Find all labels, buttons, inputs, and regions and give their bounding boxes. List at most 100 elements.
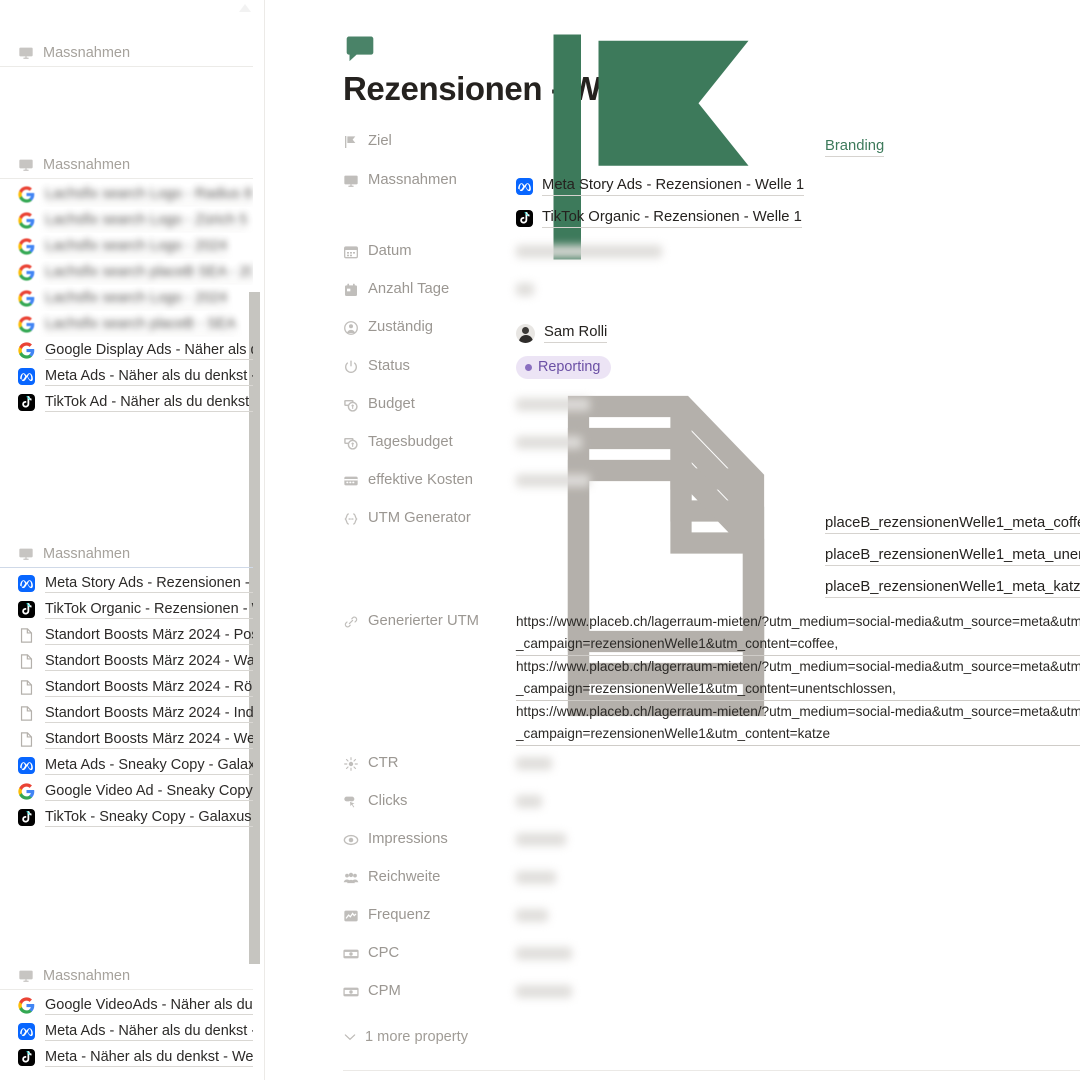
property-label[interactable]: CPM: [343, 974, 516, 1000]
property-label-text: Generierter UTM: [368, 613, 479, 629]
sidebar-list-item[interactable]: Standort Boosts März 2024 - Post: [0, 622, 253, 648]
main-content: Rezensionen - Welle 1 Ziel Branding Massna…: [265, 0, 1080, 1080]
property-label[interactable]: Budget: [343, 387, 516, 413]
property-value[interactable]: https://www.placeb.ch/lagerraum-mieten/?…: [516, 604, 1080, 746]
property-label[interactable]: effektive Kosten: [343, 463, 516, 489]
property-label[interactable]: Clicks: [343, 784, 516, 810]
redacted-value[interactable]: [516, 871, 556, 884]
property-value[interactable]: [516, 746, 1080, 775]
page-icon: [18, 731, 35, 748]
sidebar-list-item[interactable]: Lachsfix search Logo - Zürich 5: [0, 207, 253, 233]
sidebar-panel[interactable]: Massnahmen Massnahmen Lachsfix search Logo…: [0, 0, 265, 1080]
property-label[interactable]: CTR: [343, 746, 516, 772]
sidebar-item-label: TikTok Ad - Näher als du denkst - Welle …: [45, 393, 253, 412]
property-label[interactable]: UTM Generator: [343, 501, 516, 527]
property-label[interactable]: Reichweite: [343, 860, 516, 886]
sidebar-list-item[interactable]: Lachsfix search Logo - 2024: [0, 233, 253, 259]
redacted-value[interactable]: [516, 757, 552, 770]
redacted-value[interactable]: [516, 947, 572, 960]
page-icon: [18, 679, 35, 696]
redacted-value[interactable]: [516, 398, 590, 411]
redacted-value[interactable]: [516, 795, 542, 808]
relation-chip[interactable]: Sam Rolli: [516, 317, 1080, 349]
property-label[interactable]: Ziel: [343, 124, 516, 150]
sidebar-item-label: Standort Boosts März 2024 - Wallisellen: [45, 652, 253, 671]
relation-chip-label: placeB_rezensionenWelle1_meta_unentschlo…: [825, 546, 1080, 566]
property-label[interactable]: Generierter UTM: [343, 604, 516, 630]
calendar-days-icon: [343, 282, 359, 298]
property-value[interactable]: [516, 974, 1080, 1003]
property-value[interactable]: [516, 784, 1080, 813]
generated-utm-urls[interactable]: https://www.placeb.ch/lagerraum-mieten/?…: [516, 611, 1080, 746]
redacted-value[interactable]: [516, 245, 662, 258]
redacted-value[interactable]: [516, 985, 572, 998]
sidebar-list-item[interactable]: Standort Boosts März 2024 - Römerstrasse: [0, 674, 253, 700]
property-value[interactable]: Branding: [516, 34, 1080, 260]
relation-chip[interactable]: TikTok Organic - Rezensionen - Welle 1: [516, 202, 1080, 234]
banknote-icon: [343, 946, 359, 962]
property-value[interactable]: [516, 234, 1080, 263]
sidebar-list-item[interactable]: Lachsfix search Logo - Radius 8: [0, 181, 253, 207]
redacted-value[interactable]: [516, 436, 582, 449]
utm-url-link[interactable]: https://www.placeb.ch/lagerraum-mieten/?…: [516, 701, 1080, 746]
sidebar-group-header[interactable]: Massnahmen: [0, 152, 253, 178]
property-label-text: Tagesbudget: [368, 434, 453, 450]
sidebar-list-item[interactable]: Lachsfix search placeB SEA - 2023: [0, 259, 253, 285]
sidebar-group-header[interactable]: Massnahmen: [0, 963, 253, 989]
sidebar-list-item[interactable]: TikTok Organic - Rezensionen - Welle 1: [0, 596, 253, 622]
sidebar-group-header[interactable]: Massnahmen: [0, 40, 253, 66]
redacted-value[interactable]: [516, 283, 534, 296]
sidebar-list-item[interactable]: Standort Boosts März 2024 - Industrie: [0, 700, 253, 726]
sidebar-list-item[interactable]: Standort Boosts März 2024 - Wallisellen: [0, 648, 253, 674]
relation-chip[interactable]: placeB_rezensionenWelle1_meta_katze: [516, 459, 1080, 717]
sidebar-list-item[interactable]: Google Video Ad - Sneaky Copy Galaxus: [0, 778, 253, 804]
property-value[interactable]: [516, 936, 1080, 965]
sidebar-list-item[interactable]: Meta Ads - Näher als du denkst - Welle 1: [0, 363, 253, 389]
sidebar-list-item[interactable]: Standort Boosts März 2024 - Wetzikon: [0, 726, 253, 752]
sidebar-group-label: Massnahmen: [43, 968, 131, 984]
property-label[interactable]: Datum: [343, 234, 516, 260]
google-icon: [18, 237, 35, 255]
sidebar-item-label: Meta Ads - Näher als du denkst - Welle 2: [45, 1022, 253, 1041]
relation-chip[interactable]: Meta Story Ads - Rezensionen - Welle 1: [516, 170, 1080, 202]
property-label[interactable]: Tagesbudget: [343, 425, 516, 451]
utm-url-link[interactable]: https://www.placeb.ch/lagerraum-mieten/?…: [516, 611, 1080, 656]
property-value[interactable]: [516, 272, 1080, 301]
more-properties-toggle[interactable]: 1 more property: [343, 1022, 1080, 1052]
property-value[interactable]: Meta Story Ads - Rezensionen - Welle 1 Ti…: [516, 163, 1080, 234]
property-value[interactable]: [516, 822, 1080, 851]
property-label[interactable]: Impressions: [343, 822, 516, 848]
sidebar-list-item[interactable]: Lachsfix search placeB - SEA: [0, 311, 253, 337]
property-label[interactable]: Status: [343, 349, 516, 375]
relation-chip-label: Sam Rolli: [544, 323, 608, 343]
sidebar-group-header[interactable]: Massnahmen: [0, 541, 253, 567]
sidebar-list-item[interactable]: Google Display Ads - Näher als du denkst: [0, 337, 253, 363]
property-label[interactable]: Zuständig: [343, 310, 516, 336]
redacted-value[interactable]: [516, 909, 548, 922]
sidebar-list-item[interactable]: Lachsfix search Logo - 2024: [0, 285, 253, 311]
property-label[interactable]: CPC: [343, 936, 516, 962]
sidebar-list-item[interactable]: Meta - Näher als du denkst - Welle 1: [0, 1044, 253, 1070]
property-label[interactable]: Massnahmen: [343, 163, 516, 189]
person-icon: [343, 320, 359, 336]
sidebar-item-label: Lachsfix search placeB SEA - 2023: [45, 263, 253, 282]
redacted-value[interactable]: [516, 474, 590, 487]
property-value[interactable]: placeB_rezensionenWelle1_meta_coffee plac…: [516, 395, 1080, 717]
sidebar-list-item[interactable]: Meta Story Ads - Rezensionen - Welle 1: [0, 570, 253, 596]
sidebar-list-item[interactable]: Meta Ads - Sneaky Copy - Galaxus 2024: [0, 752, 253, 778]
sidebar-item-label: Standort Boosts März 2024 - Post: [45, 626, 253, 645]
utm-url-link[interactable]: https://www.placeb.ch/lagerraum-mieten/?…: [516, 656, 1080, 701]
redacted-value[interactable]: [516, 833, 566, 846]
property-value[interactable]: [516, 860, 1080, 889]
relation-chip[interactable]: Branding: [516, 34, 1080, 260]
sidebar-list-item[interactable]: TikTok - Sneaky Copy - Galaxus 2024: [0, 804, 253, 830]
sidebar-list-item[interactable]: Meta Ads - Näher als du denkst - Welle 2: [0, 1018, 253, 1044]
property-value[interactable]: [516, 898, 1080, 927]
property-label[interactable]: Frequenz: [343, 898, 516, 924]
property-label-text: Budget: [368, 396, 415, 412]
sidebar-list-item[interactable]: Google VideoAds - Näher als du denkst: [0, 992, 253, 1018]
sidebar-list-item[interactable]: TikTok Ad - Näher als du denkst - Welle …: [0, 389, 253, 415]
people-icon: [343, 870, 359, 886]
property-value[interactable]: Sam Rolli: [516, 310, 1080, 349]
property-label[interactable]: Anzahl Tage: [343, 272, 516, 298]
